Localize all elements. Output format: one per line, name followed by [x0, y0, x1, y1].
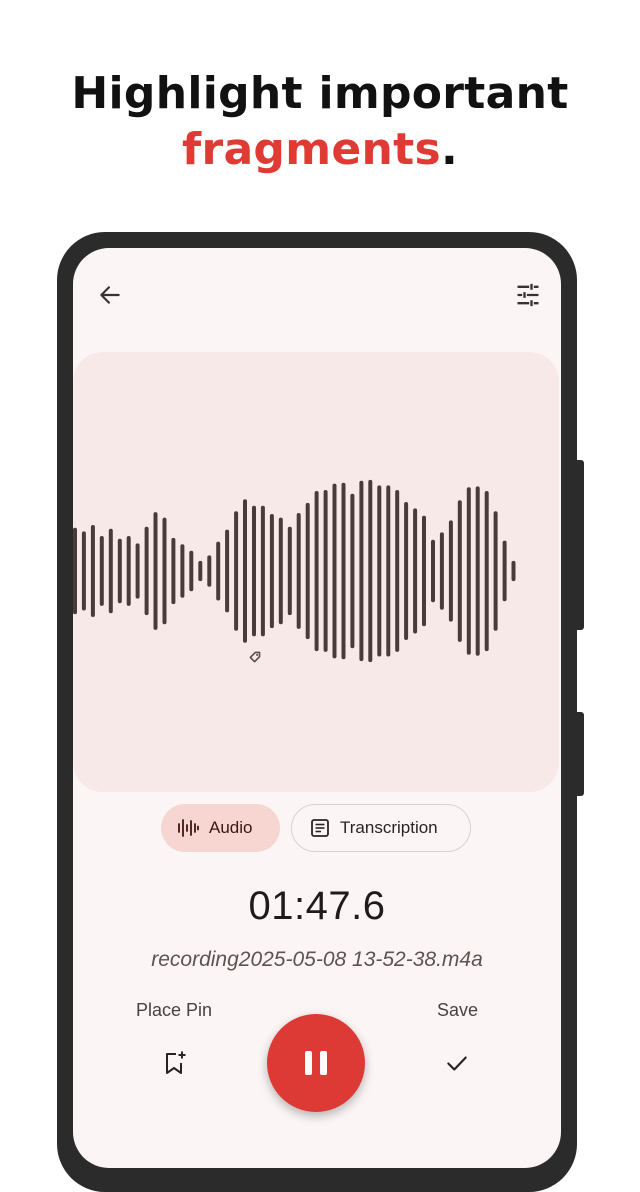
waveform-bar [73, 527, 77, 615]
waveform-bar [404, 502, 409, 640]
waveform-bar [359, 480, 364, 662]
settings-button[interactable] [506, 273, 550, 317]
waveform-bar [341, 482, 346, 660]
waveform-bar [99, 536, 104, 606]
waveform-bar [314, 491, 319, 652]
waveform-bar [180, 544, 185, 598]
waveform-bar [350, 493, 355, 649]
waveform-bar [296, 513, 301, 629]
recording-filename: recording2025-05-08 13-52-38.m4a [151, 948, 483, 971]
waveform-bar [323, 490, 328, 652]
waveform-bar [332, 483, 337, 659]
waveform-bar [413, 508, 418, 634]
bookmark-add-icon [166, 1051, 186, 1074]
waveform-bar [81, 531, 86, 611]
waveform-bar [278, 517, 283, 625]
waveform-bar [153, 512, 158, 630]
document-icon [311, 819, 329, 837]
waveform-bar [171, 537, 176, 605]
waveform-bar [162, 517, 167, 625]
headline-line-2: fragments. [0, 122, 640, 178]
waveform-bar [448, 520, 453, 622]
headline-period: . [440, 124, 458, 175]
waveform-bar [126, 536, 131, 606]
pause-icon [305, 1051, 327, 1075]
waveform-bar [252, 505, 256, 637]
waveform-bar [422, 515, 426, 627]
waveform-bar [511, 560, 516, 582]
waveform-bar [198, 560, 203, 582]
waveform-bar [90, 525, 95, 617]
waveform-bar [117, 538, 122, 604]
waveform-bar [457, 500, 462, 642]
tab-transcription[interactable]: Transcription [291, 804, 471, 852]
waveform-bar [475, 486, 480, 656]
headline-accent-word: fragments [182, 124, 441, 175]
waveform-bar [243, 499, 247, 643]
waveform-bar [466, 487, 471, 655]
place-pin-button[interactable] [153, 1041, 197, 1085]
waveform-bar [144, 526, 149, 616]
back-button[interactable] [88, 273, 132, 317]
waveform-bar [368, 479, 373, 663]
app-screen: Audio Transcription 01:47.6 recording202… [73, 248, 561, 1168]
save-button[interactable] [435, 1041, 479, 1085]
check-icon [447, 1056, 467, 1071]
headline-line-1: Highlight important [71, 68, 569, 119]
recording-timer: 01:47.6 [248, 884, 386, 928]
headline: Highlight important fragments. [0, 66, 640, 178]
waveform-bar [189, 550, 194, 592]
tab-transcription-label: Transcription [340, 818, 438, 837]
waveform-bar [225, 529, 230, 613]
waveform-bar [269, 514, 274, 629]
place-pin-label: Place Pin [136, 1000, 213, 1020]
waveform-bar [287, 526, 292, 616]
tag-icon[interactable] [248, 648, 264, 664]
waveform-bar [439, 532, 444, 610]
waveform-bar [207, 555, 212, 587]
phone-power-button [577, 712, 584, 796]
save-label: Save [437, 1000, 479, 1020]
tab-audio[interactable]: Audio [161, 804, 280, 852]
waveform-bar [395, 490, 400, 652]
waveform-bar [502, 540, 507, 602]
waveform-bar [216, 541, 221, 601]
waveform-bar [484, 491, 489, 652]
waveform-icon [178, 819, 199, 837]
waveform-bar [108, 528, 113, 614]
waveform-bar [260, 505, 265, 637]
waveform-panel[interactable] [73, 352, 559, 792]
waveform-bar [386, 485, 391, 657]
arrow-left-icon [100, 286, 120, 304]
waveform-bar [377, 485, 382, 657]
sliders-icon [517, 283, 539, 307]
waveform [73, 479, 516, 663]
waveform-bar [234, 511, 239, 631]
waveform-bar [431, 539, 435, 603]
waveform-bar [493, 511, 498, 631]
tab-audio-label: Audio [209, 818, 253, 837]
phone-volume-button [577, 460, 584, 630]
pause-button[interactable] [267, 1014, 365, 1112]
waveform-bar [135, 543, 140, 599]
waveform-bar [305, 502, 310, 640]
